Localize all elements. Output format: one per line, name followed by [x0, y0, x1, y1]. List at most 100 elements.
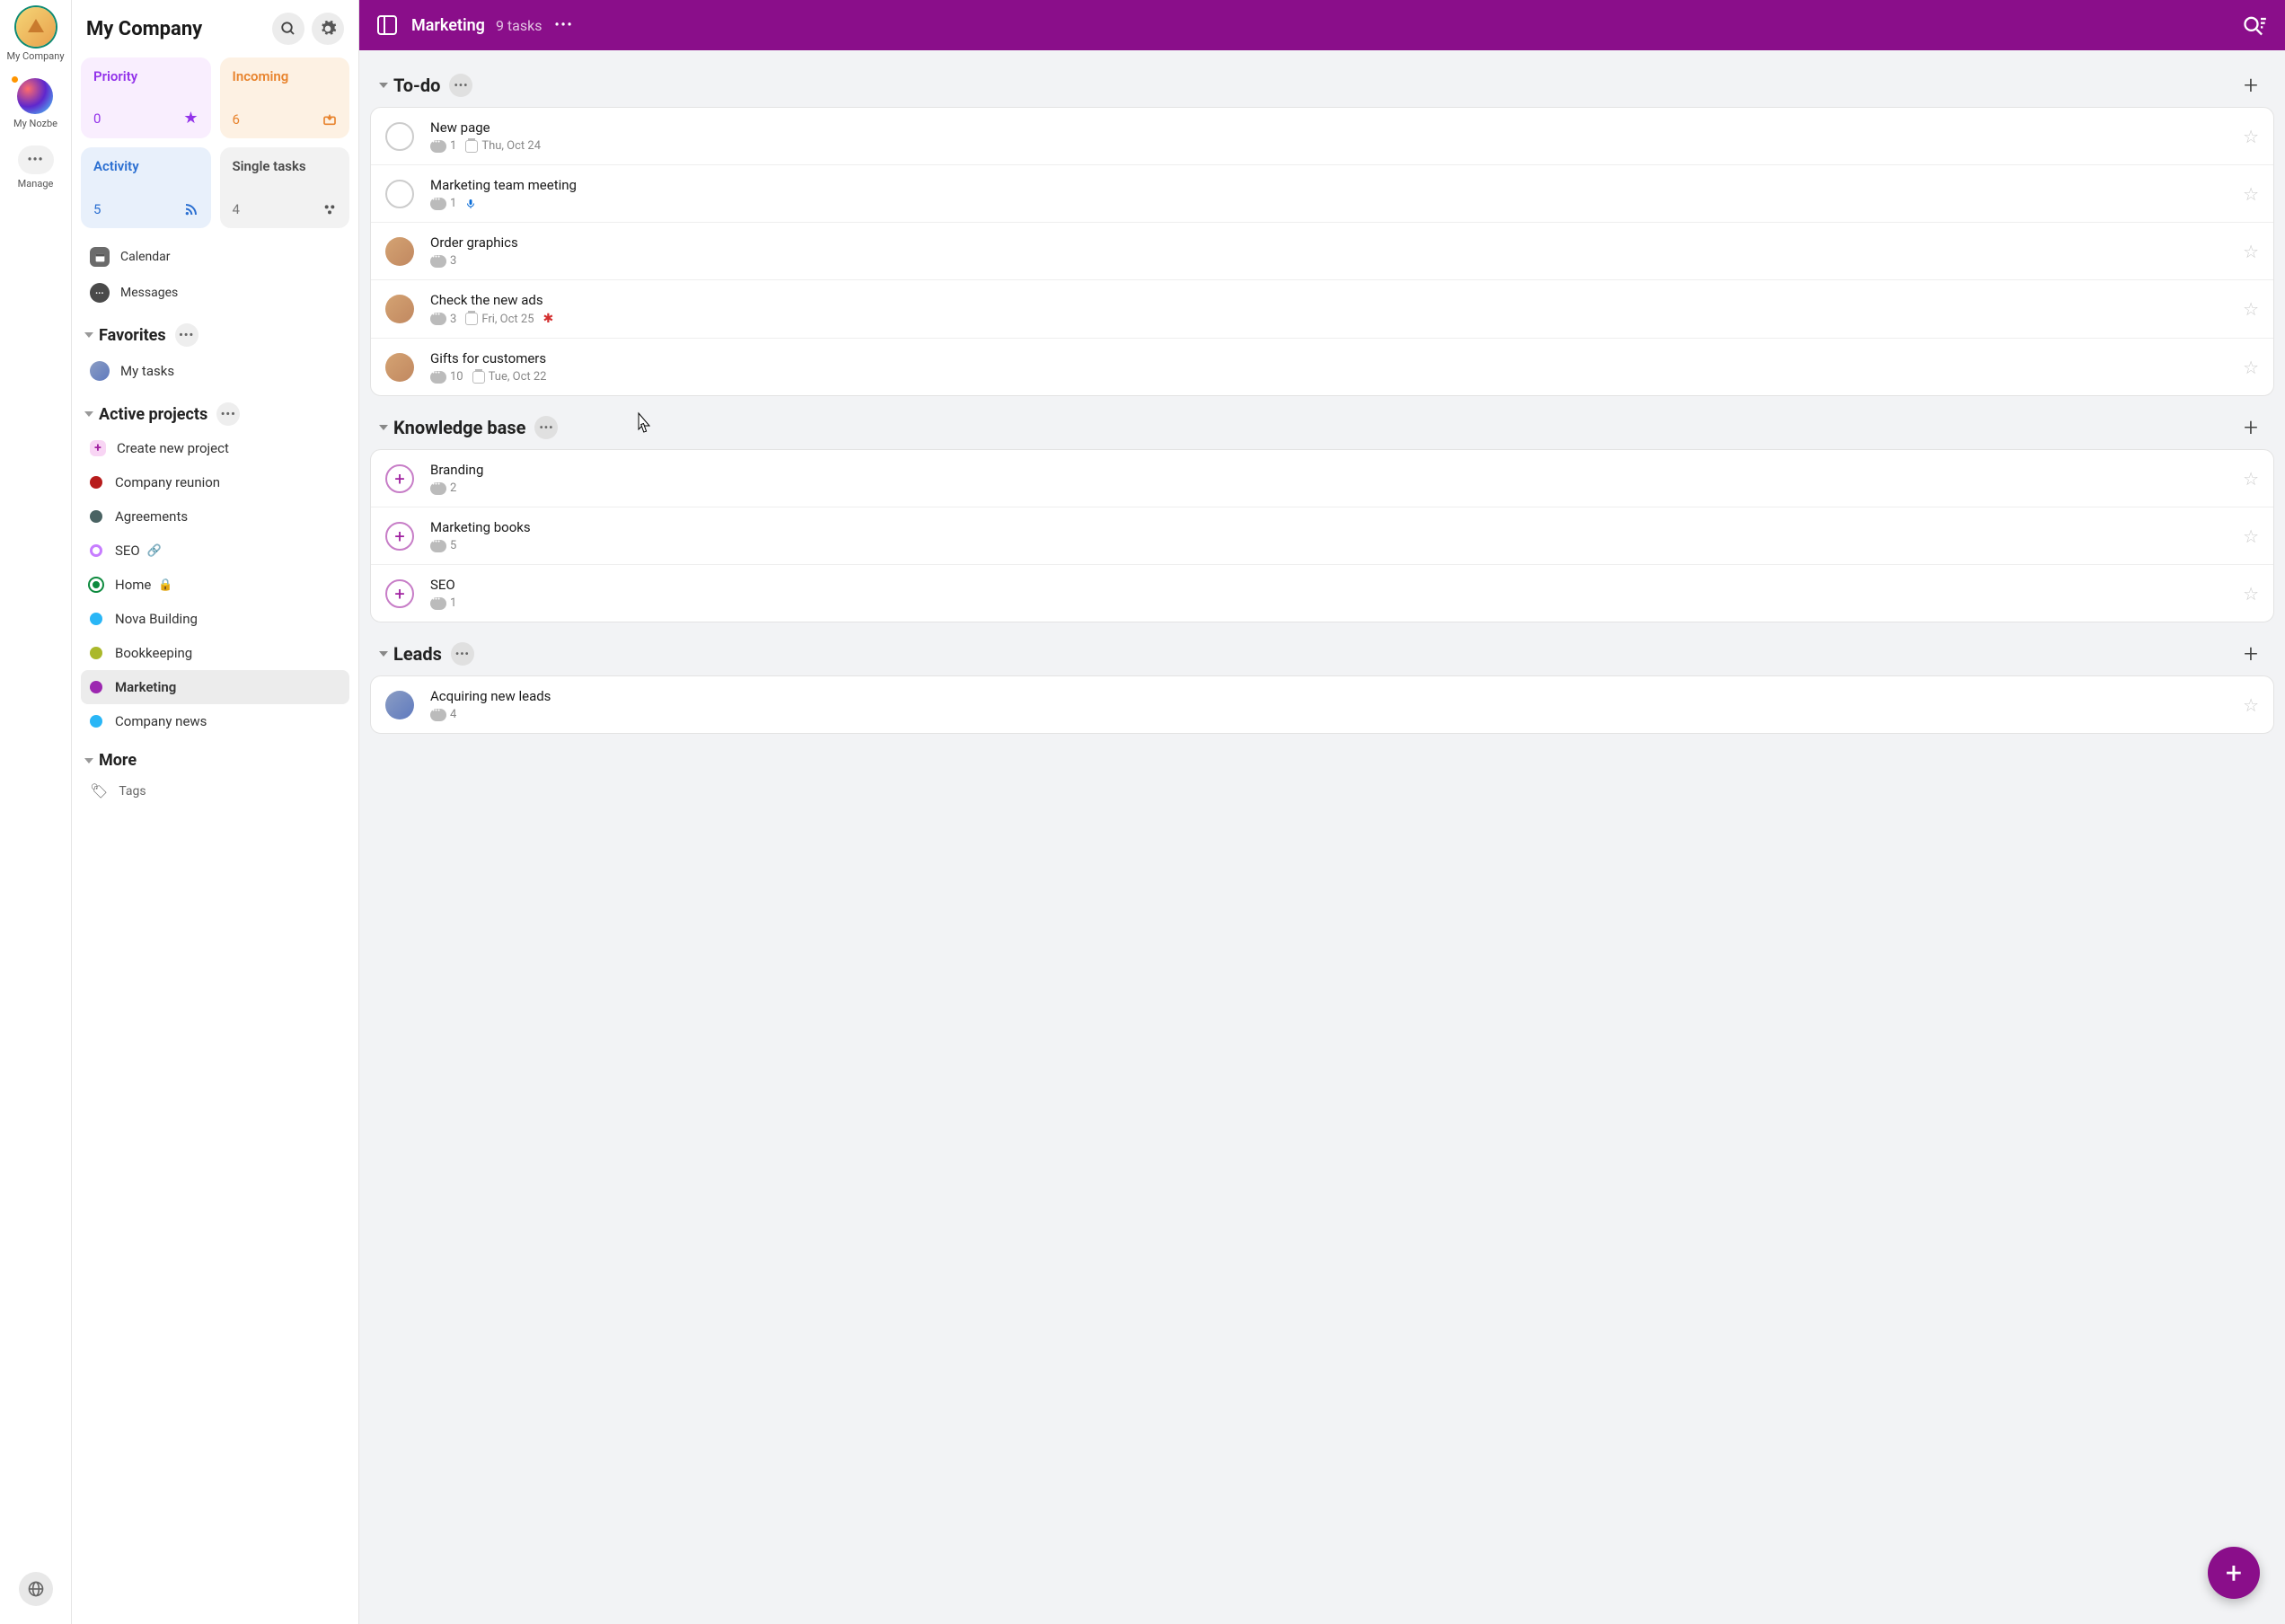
workspace-rail: My Company My Nozbe ••• Manage [0, 0, 72, 1624]
task-date: Thu, Oct 24 [481, 139, 541, 153]
project-item[interactable]: Company reunion [81, 465, 349, 499]
star-button[interactable]: ☆ [2243, 126, 2259, 147]
section-more-button[interactable]: ••• [175, 323, 199, 347]
group-more-button[interactable]: ••• [451, 642, 474, 666]
group-add-button[interactable]: + [2236, 412, 2265, 442]
task-row[interactable]: +SEO1☆ [371, 565, 2273, 622]
task-date: Tue, Oct 22 [489, 370, 547, 384]
comment-count: 3 [450, 313, 456, 326]
comments-icon [430, 371, 446, 384]
group-more-button[interactable]: ••• [534, 416, 558, 439]
task-row[interactable]: Check the new ads3Fri, Oct 25✱☆ [371, 280, 2273, 339]
project-color-icon [90, 613, 102, 625]
active-projects-header[interactable]: Active projects ••• [81, 390, 349, 431]
search-icon [280, 21, 296, 37]
create-project-button[interactable]: + Create new project [81, 431, 349, 465]
group-header[interactable]: Leads•••+ [368, 630, 2276, 675]
task-row[interactable]: Acquiring new leads4☆ [371, 676, 2273, 733]
star-button[interactable]: ☆ [2243, 468, 2259, 490]
group-header[interactable]: To-do•••+ [368, 61, 2276, 107]
task-title: Marketing books [430, 519, 2243, 535]
task-checkbox[interactable] [385, 180, 414, 208]
group-add-button[interactable]: + [2236, 70, 2265, 100]
project-more-button[interactable]: ••• [554, 18, 573, 32]
nav-label: Messages [120, 286, 178, 300]
comment-count: 10 [450, 370, 463, 384]
assignee-avatar[interactable] [385, 295, 414, 323]
workspace-avatar-icon [17, 78, 53, 114]
globe-button[interactable] [19, 1572, 53, 1606]
task-row[interactable]: Gifts for customers 10 Tue, Oct 22 ☆ [371, 339, 2273, 395]
card-title: Activity [93, 158, 199, 174]
star-button[interactable]: ☆ [2243, 525, 2259, 547]
section-more-button[interactable]: ••• [216, 402, 240, 426]
assignee-avatar[interactable] [385, 353, 414, 382]
card-title: Single tasks [233, 158, 338, 174]
workspace-label: My Company [6, 50, 64, 62]
project-label: SEO [115, 543, 140, 559]
comments-icon [430, 597, 446, 610]
link-icon: 🔗 [147, 544, 162, 558]
nav-calendar[interactable]: Calendar [81, 239, 349, 275]
assignee-avatar[interactable] [385, 691, 414, 719]
nav-tags[interactable]: 🏷 Tags [81, 775, 349, 807]
task-row[interactable]: Marketing team meeting1☆ [371, 165, 2273, 223]
project-label: Home [115, 577, 151, 593]
comment-count: 1 [450, 596, 456, 610]
mic-icon [465, 198, 476, 210]
task-row[interactable]: Order graphics3☆ [371, 223, 2273, 280]
assignee-avatar[interactable] [385, 237, 414, 266]
project-item[interactable]: Marketing [81, 670, 349, 704]
section-title: More [99, 751, 137, 770]
task-title: Gifts for customers [430, 350, 2243, 366]
favorites-header[interactable]: Favorites ••• [81, 311, 349, 352]
filter-icon[interactable] [2242, 13, 2267, 38]
add-task-fab[interactable]: + [2208, 1547, 2260, 1599]
star-button[interactable]: ☆ [2243, 694, 2259, 716]
star-button[interactable]: ☆ [2243, 241, 2259, 262]
group-more-button[interactable]: ••• [449, 74, 472, 97]
favorite-my-tasks[interactable]: My tasks [81, 352, 349, 390]
project-item[interactable]: Bookkeeping [81, 636, 349, 670]
card-count: 0 [93, 110, 101, 127]
more-header[interactable]: More [81, 738, 349, 775]
search-button[interactable] [272, 13, 304, 45]
project-item[interactable]: Company news [81, 704, 349, 738]
project-item[interactable]: Home🔒 [81, 568, 349, 602]
nav-messages[interactable]: ••• Messages [81, 275, 349, 311]
star-button[interactable]: ☆ [2243, 183, 2259, 205]
task-row[interactable]: +Marketing books5☆ [371, 508, 2273, 565]
task-list: Acquiring new leads4☆ [370, 675, 2274, 734]
manage-button[interactable]: ••• Manage [18, 146, 54, 190]
card-priority[interactable]: Priority 0 ★ [81, 57, 211, 138]
project-item[interactable]: SEO 🔗 [81, 534, 349, 568]
panel-toggle-icon[interactable] [377, 15, 397, 35]
task-list: +Branding2☆+Marketing books5☆+SEO1☆ [370, 449, 2274, 622]
task-row[interactable]: New page1Thu, Oct 24☆ [371, 108, 2273, 165]
chevron-down-icon [379, 651, 388, 657]
settings-button[interactable] [312, 13, 344, 45]
card-single-tasks[interactable]: Single tasks 4 [220, 147, 350, 228]
star-button[interactable]: ☆ [2243, 357, 2259, 378]
project-color-icon [90, 544, 102, 557]
workspace-my-company[interactable]: My Company [6, 7, 64, 62]
task-date: Fri, Oct 25 [481, 313, 534, 326]
project-item[interactable]: Agreements [81, 499, 349, 534]
task-add-icon[interactable]: + [385, 579, 414, 608]
comments-icon [430, 313, 446, 325]
task-add-icon[interactable]: + [385, 464, 414, 493]
workspace-my-nozbe[interactable]: My Nozbe [13, 78, 57, 129]
task-checkbox[interactable] [385, 122, 414, 151]
card-incoming[interactable]: Incoming 6 [220, 57, 350, 138]
task-title: Marketing team meeting [430, 177, 2243, 193]
project-item[interactable]: Nova Building [81, 602, 349, 636]
group-add-button[interactable]: + [2236, 639, 2265, 668]
star-button[interactable]: ☆ [2243, 298, 2259, 320]
task-add-icon[interactable]: + [385, 522, 414, 551]
group-header[interactable]: Knowledge base•••+ [368, 403, 2276, 449]
comments-icon [430, 709, 446, 721]
task-row[interactable]: +Branding2☆ [371, 450, 2273, 508]
star-button[interactable]: ☆ [2243, 583, 2259, 605]
card-activity[interactable]: Activity 5 [81, 147, 211, 228]
main-panel: Marketing 9 tasks ••• To-do•••+New page1… [359, 0, 2285, 1624]
